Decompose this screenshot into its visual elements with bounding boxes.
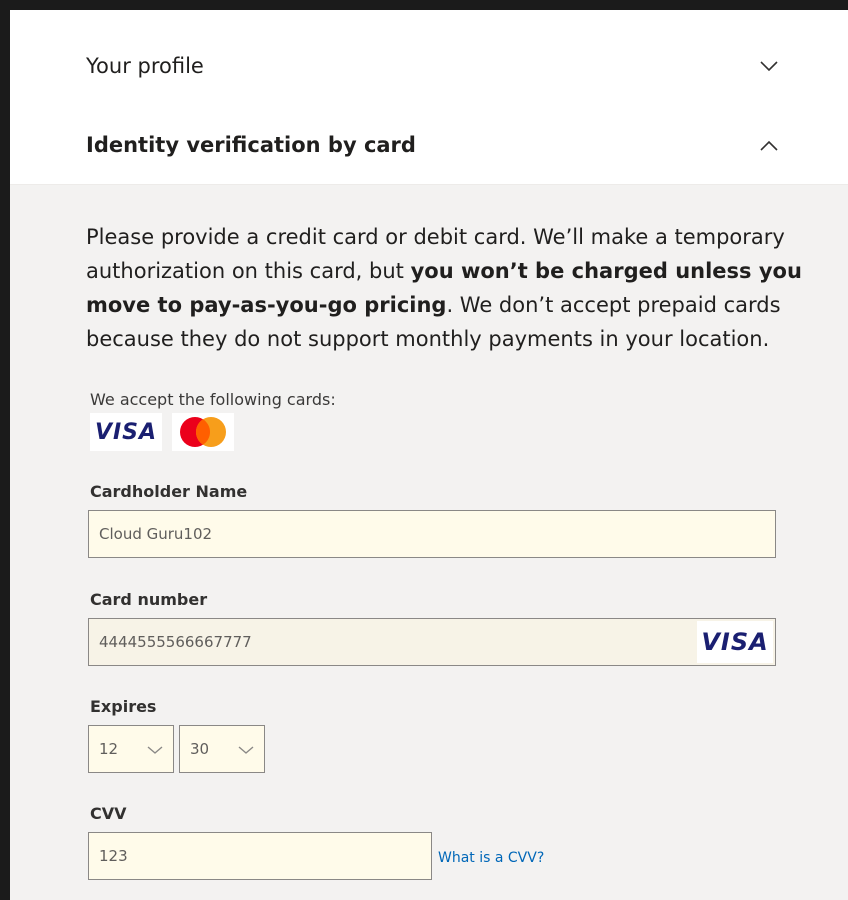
expires-month-select[interactable]: 12 — [88, 725, 174, 773]
chevron-down-icon — [238, 741, 254, 759]
chevron-down-icon[interactable] — [758, 55, 780, 77]
cvv-input[interactable]: 123 — [88, 832, 432, 880]
chevron-up-icon[interactable] — [758, 134, 780, 156]
expires-label: Expires — [90, 697, 157, 716]
cardholder-name-label: Cardholder Name — [90, 482, 248, 501]
card-number-input[interactable]: 4444555566667777 VISA — [88, 618, 776, 666]
expires-year-value: 30 — [190, 740, 210, 758]
accordion-title-your-profile: Your profile — [86, 54, 204, 78]
signup-panel: Your profile Identity verification by ca… — [10, 10, 848, 900]
accordion-header-area: Your profile Identity verification by ca… — [10, 10, 848, 185]
expires-year-select[interactable]: 30 — [179, 725, 265, 773]
card-brand-visa-badge: VISA — [697, 621, 773, 663]
visa-logo: VISA — [90, 413, 162, 451]
card-number-label: Card number — [90, 590, 208, 609]
cvv-label: CVV — [90, 804, 127, 823]
card-number-value: 4444555566667777 — [99, 633, 252, 651]
accepted-cards-label: We accept the following cards: — [90, 390, 336, 409]
accordion-identity-verification[interactable]: Identity verification by card — [10, 106, 848, 184]
card-brand-visa-text: VISA — [701, 628, 769, 656]
expires-month-value: 12 — [99, 740, 119, 758]
identity-content: Please provide a credit card or debit ca… — [86, 220, 806, 356]
cvv-value: 123 — [99, 847, 128, 865]
cardholder-name-input[interactable]: Cloud Guru102 — [88, 510, 776, 558]
accepted-cards-logos: VISA — [90, 413, 234, 451]
what-is-cvv-link[interactable]: What is a CVV? — [438, 850, 544, 866]
visa-logo-text: VISA — [94, 419, 158, 445]
chevron-down-icon — [147, 741, 163, 759]
cardholder-name-value: Cloud Guru102 — [99, 525, 213, 543]
mastercard-icon — [180, 417, 226, 447]
accordion-title-identity-verification: Identity verification by card — [86, 133, 416, 157]
accordion-your-profile[interactable]: Your profile — [10, 27, 848, 105]
intro-text: Please provide a credit card or debit ca… — [86, 220, 806, 356]
mastercard-logo — [172, 413, 234, 451]
